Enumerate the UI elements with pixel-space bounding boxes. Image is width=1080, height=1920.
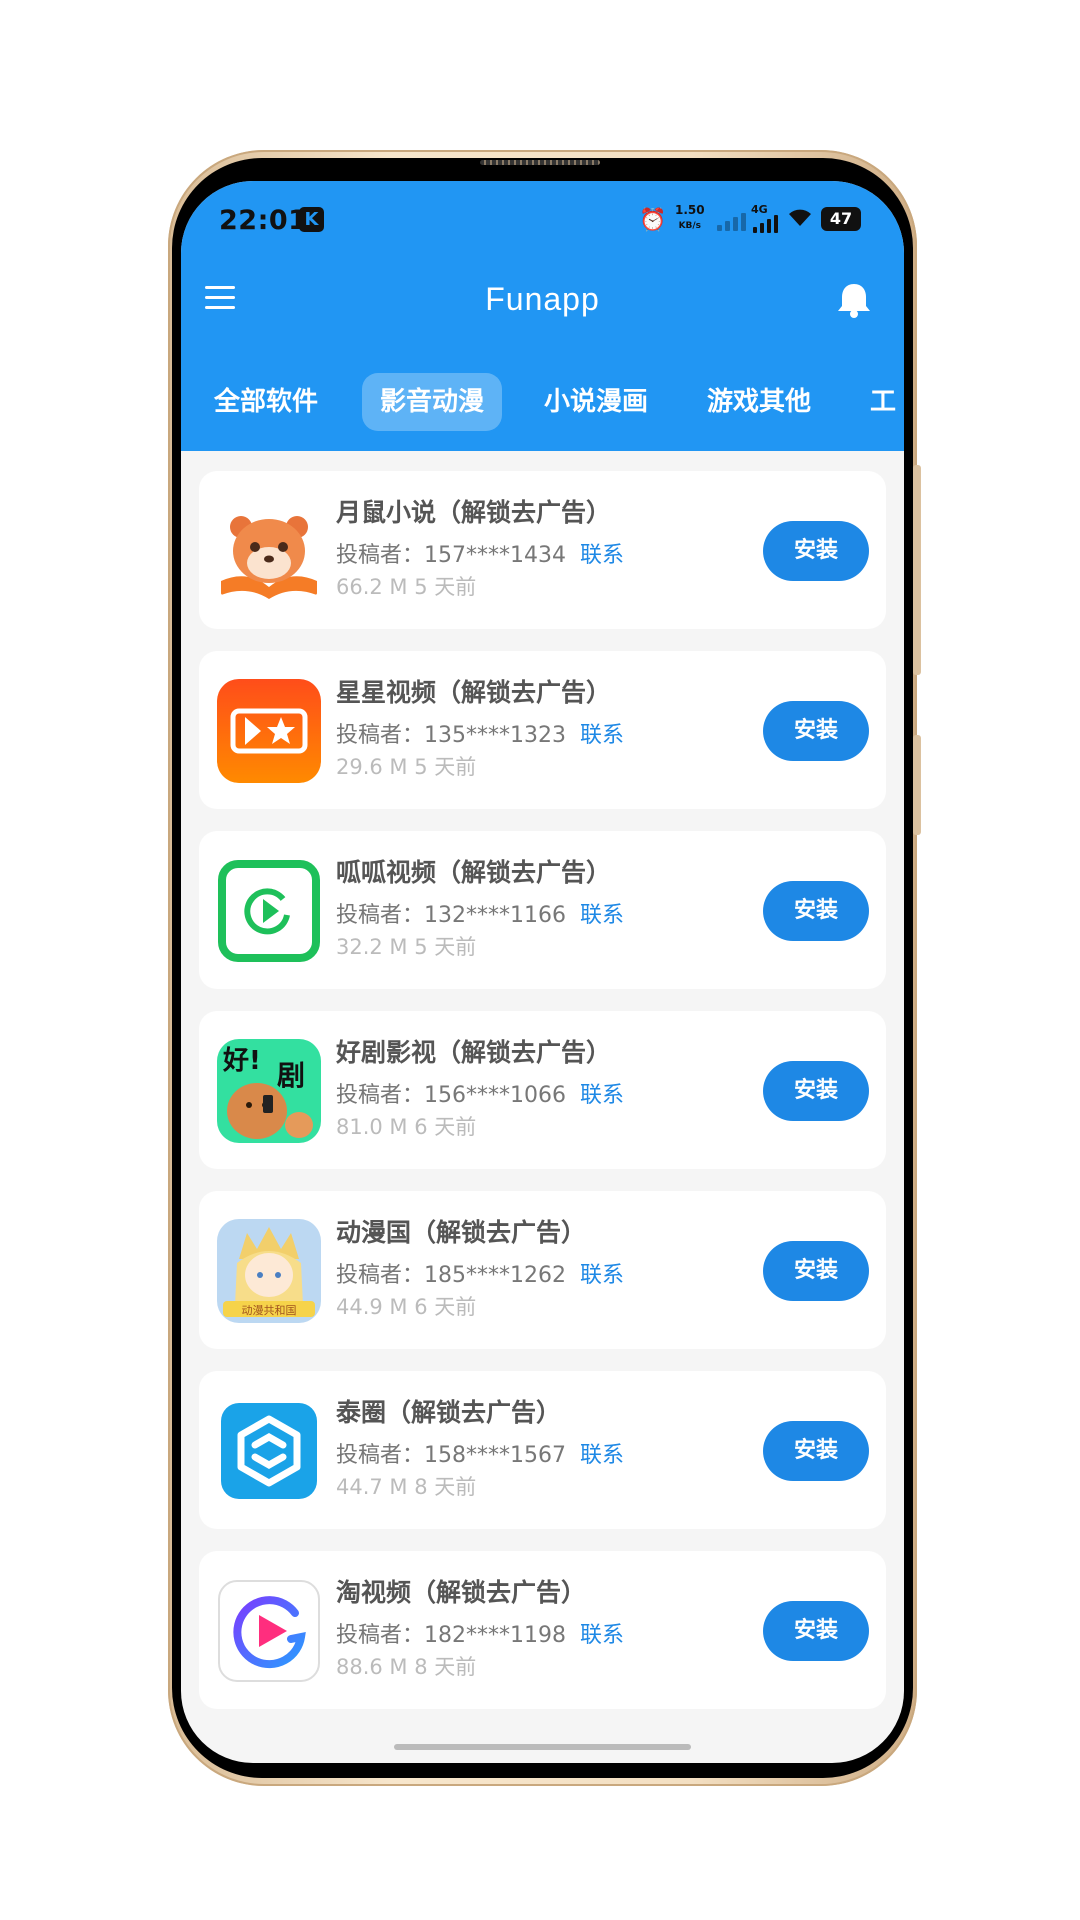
contact-link[interactable]: 联系 <box>580 1443 624 1468</box>
signal-sim1-icon <box>717 209 746 231</box>
app-time: 8 天前 <box>414 1655 477 1679</box>
list-item[interactable]: 好! 剧 好剧影视（解锁去广告） 投稿者：156****1066 联系 81.0 … <box>199 1011 886 1169</box>
list-item[interactable]: 星星视频（解锁去广告） 投稿者：135****1323 联系 29.6 M 5 天… <box>199 651 886 809</box>
app-size-time: 81.0 M 6 天前 <box>336 1111 476 1141</box>
status-bar: 22:01 K ⏰ 1.50 KB/s 4G 47 <box>181 203 904 243</box>
app-name: 淘视频（解锁去广告） <box>336 1578 587 1607</box>
app-uploader: 投稿者：182****1198 联系 <box>336 1617 624 1649</box>
k-app-icon: K <box>299 207 324 232</box>
speed-unit: KB/s <box>678 221 702 231</box>
contact-link[interactable]: 联系 <box>580 723 624 748</box>
list-item[interactable]: 呱呱视频（解锁去广告） 投稿者：132****1166 联系 32.2 M 5 天… <box>199 831 886 989</box>
install-button[interactable]: 安装 <box>763 701 869 761</box>
signal-sim2-icon <box>753 215 778 233</box>
category-tabs: 全部软件 影音动漫 小说漫画 游戏其他 工 <box>181 373 904 435</box>
app-uploader: 投稿者：158****1567 联系 <box>336 1437 624 1469</box>
contact-link[interactable]: 联系 <box>580 903 624 928</box>
status-time: 22:01 <box>219 205 308 236</box>
install-button[interactable]: 安装 <box>763 881 869 941</box>
uploader-text: 投稿者：158****1567 <box>336 1443 566 1468</box>
phone-screen: 22:01 K ⏰ 1.50 KB/s 4G 47 Funapp 全部软件 影音… <box>181 181 904 1763</box>
uploader-text: 投稿者：157****1434 <box>336 543 566 568</box>
install-button[interactable]: 安装 <box>763 1421 869 1481</box>
app-size-time: 88.6 M 8 天前 <box>336 1651 476 1681</box>
haoju-text-2: 剧 <box>277 1059 305 1092</box>
app-size-time: 29.6 M 5 天前 <box>336 751 476 781</box>
battery-icon: 47 <box>821 207 861 231</box>
app-size: 29.6 M <box>336 755 408 779</box>
list-item[interactable]: 淘视频（解锁去广告） 投稿者：182****1198 联系 88.6 M 8 天前… <box>199 1551 886 1709</box>
uploader-text: 投稿者：156****1066 <box>336 1083 566 1108</box>
volume-button <box>913 465 921 675</box>
contact-link[interactable]: 联系 <box>580 543 624 568</box>
tab-novel-comic[interactable]: 小说漫画 <box>526 373 666 431</box>
app-size: 44.7 M <box>336 1475 408 1499</box>
app-size: 32.2 M <box>336 935 408 959</box>
speed-value: 1.50 <box>675 203 705 217</box>
home-indicator[interactable] <box>394 1744 691 1750</box>
app-uploader: 投稿者：132****1166 联系 <box>336 897 624 929</box>
uploader-text: 投稿者：132****1166 <box>336 903 566 928</box>
app-size: 88.6 M <box>336 1655 408 1679</box>
install-button[interactable]: 安装 <box>763 1061 869 1121</box>
app-uploader: 投稿者：185****1262 联系 <box>336 1257 624 1289</box>
uploader-text: 投稿者：135****1323 <box>336 723 566 748</box>
app-uploader: 投稿者：157****1434 联系 <box>336 537 624 569</box>
tab-video-anime[interactable]: 影音动漫 <box>362 373 503 431</box>
anime-girl-icon: 动漫共和国 <box>217 1219 321 1323</box>
app-name: 月鼠小说（解锁去广告） <box>336 498 612 527</box>
app-time: 8 天前 <box>414 1475 477 1499</box>
app-title: Funapp <box>485 281 600 317</box>
app-size: 44.9 M <box>336 1295 408 1319</box>
app-time: 5 天前 <box>414 575 477 599</box>
app-time: 5 天前 <box>414 935 477 959</box>
app-list: 月鼠小说（解锁去广告） 投稿者：157****1434 联系 66.2 M 5 天… <box>199 471 886 1731</box>
tab-games-other[interactable]: 游戏其他 <box>689 373 829 431</box>
app-uploader: 投稿者：135****1323 联系 <box>336 717 624 749</box>
star-video-icon <box>217 679 321 783</box>
app-time: 6 天前 <box>414 1115 477 1139</box>
speaker-grille <box>480 160 600 165</box>
alarm-icon: ⏰ <box>639 208 667 233</box>
app-header: 22:01 K ⏰ 1.50 KB/s 4G 47 Funapp 全部软件 影音… <box>181 181 904 451</box>
wifi-icon <box>787 206 813 234</box>
app-size-time: 32.2 M 5 天前 <box>336 931 476 961</box>
haoju-icon: 好! 剧 <box>217 1039 321 1143</box>
bell-icon[interactable] <box>836 281 876 321</box>
app-name: 动漫国（解锁去广告） <box>336 1218 587 1247</box>
power-button <box>913 735 921 835</box>
network-speed: 1.50 KB/s <box>675 203 705 233</box>
app-time: 5 天前 <box>414 755 477 779</box>
tab-all-software[interactable]: 全部软件 <box>196 373 336 431</box>
contact-link[interactable]: 联系 <box>580 1083 624 1108</box>
contact-link[interactable]: 联系 <box>580 1263 624 1288</box>
app-size: 66.2 M <box>336 575 408 599</box>
app-size-time: 44.9 M 6 天前 <box>336 1291 476 1321</box>
install-button[interactable]: 安装 <box>763 521 869 581</box>
list-item[interactable]: 泰圈（解锁去广告） 投稿者：158****1567 联系 44.7 M 8 天前 … <box>199 1371 886 1529</box>
uploader-text: 投稿者：185****1262 <box>336 1263 566 1288</box>
tao-video-icon <box>217 1579 321 1683</box>
green-play-icon <box>217 859 321 963</box>
contact-link[interactable]: 联系 <box>580 1623 624 1648</box>
app-name: 好剧影视（解锁去广告） <box>336 1038 612 1067</box>
app-size-time: 44.7 M 8 天前 <box>336 1471 476 1501</box>
anime-banner-text: 动漫共和国 <box>242 1303 297 1317</box>
app-time: 6 天前 <box>414 1295 477 1319</box>
haoju-text-1: 好! <box>222 1046 261 1076</box>
list-item[interactable]: 动漫共和国 动漫国（解锁去广告） 投稿者：185****1262 联系 44.9 … <box>199 1191 886 1349</box>
app-size: 81.0 M <box>336 1115 408 1139</box>
install-button[interactable]: 安装 <box>763 1241 869 1301</box>
app-name: 星星视频（解锁去广告） <box>336 678 612 707</box>
install-button[interactable]: 安装 <box>763 1601 869 1661</box>
list-item[interactable]: 月鼠小说（解锁去广告） 投稿者：157****1434 联系 66.2 M 5 天… <box>199 471 886 629</box>
tab-tools[interactable]: 工 <box>852 373 904 431</box>
app-size-time: 66.2 M 5 天前 <box>336 571 476 601</box>
app-uploader: 投稿者：156****1066 联系 <box>336 1077 624 1109</box>
hexagon-logo-icon <box>217 1399 321 1503</box>
app-name: 泰圈（解锁去广告） <box>336 1398 562 1427</box>
hamster-book-icon <box>217 499 321 603</box>
uploader-text: 投稿者：182****1198 <box>336 1623 566 1648</box>
app-name: 呱呱视频（解锁去广告） <box>336 858 612 887</box>
